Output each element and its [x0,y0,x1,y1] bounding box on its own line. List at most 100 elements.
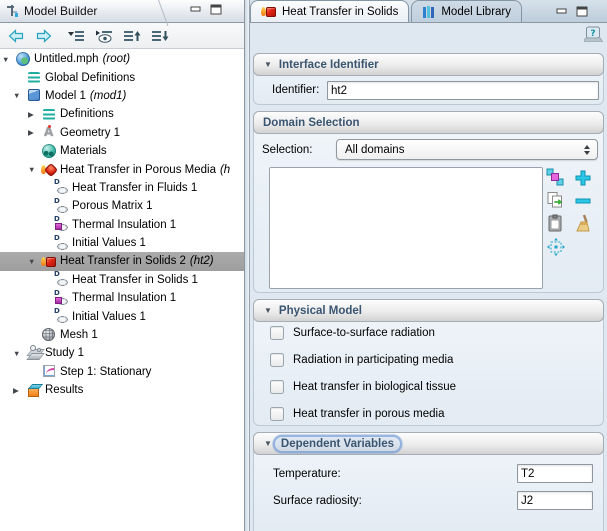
tree-item[interactable]: Thermal Insulation 1 [0,289,244,307]
selection-dropdown[interactable]: All domains [336,139,598,160]
move-down-icon[interactable] [150,27,170,45]
tree-item[interactable]: ▼ Heat Transfer in Porous Media (h [0,160,244,178]
definitions-icon [41,107,58,122]
definitions-icon [26,70,43,85]
tree-item-tag: (root) [103,53,130,65]
model-builder-tree-icon [5,4,19,18]
disclosure-triangle-icon[interactable]: ▼ [13,349,26,358]
disclosure-triangle-icon[interactable]: ▶ [28,110,41,119]
section-header[interactable]: ▼ Interface Identifier [253,53,604,76]
physical-model-option: Heat transfer in porous media [254,400,603,427]
show-options-icon[interactable] [94,27,114,45]
disclosure-triangle-icon[interactable]: ▼ [13,91,26,100]
tree-item-label: Thermal Insulation 1 [72,292,176,304]
checkbox-label: Surface-to-surface radiation [293,327,435,339]
disclosure-triangle-icon[interactable]: ▶ [13,386,26,395]
section-header[interactable]: ▼ Dependent Variables [253,432,604,455]
tree-item[interactable]: ▼ Untitled.mph (root) [0,50,244,68]
help-icon[interactable]: ? [584,26,603,48]
comsol-window: Model Builder ▼ [0,0,607,531]
tree-item[interactable]: ▼ Study 1 [0,344,244,362]
section-collapse-icon[interactable]: ▼ [264,439,272,448]
minimize-icon[interactable] [556,4,568,22]
tree-item[interactable]: Porous Matrix 1 [0,197,244,215]
remove-icon[interactable] [572,190,594,212]
collapse-all-icon[interactable] [66,27,86,45]
model-builder-header: Model Builder [0,0,244,23]
surface-radiosity-input[interactable] [517,491,593,510]
root-icon [15,52,32,67]
minimize-icon[interactable] [190,4,202,18]
tree-item-label: Results [45,384,83,396]
tree-item[interactable]: ▼ Model 1 (mod1) [0,87,244,105]
physics-porous-icon [41,162,58,177]
checkbox[interactable] [270,407,284,421]
section-title: Physical Model [279,305,362,317]
tree-item-tag: (mod1) [90,90,126,102]
tree-item[interactable]: ▼ Heat Transfer in Solids 2 (ht2) [0,252,244,270]
create-selection-icon[interactable] [545,167,567,189]
geometry-icon [41,125,58,140]
surface-radiosity-label: Surface radiosity: [273,495,362,507]
tree-item[interactable]: ▶ Geometry 1 [0,124,244,142]
clear-icon[interactable] [572,213,594,235]
tree-item[interactable]: Global Definitions [0,68,244,86]
checkbox[interactable] [270,353,284,367]
section-collapse-icon[interactable]: ▼ [264,306,272,315]
section-title: Interface Identifier [279,59,379,71]
tree-item[interactable]: Thermal Insulation 1 [0,216,244,234]
physical-model-option: Surface-to-surface radiation [254,319,603,346]
maximize-icon[interactable] [576,4,588,22]
back-icon[interactable] [6,27,26,45]
disclosure-triangle-icon[interactable]: ▼ [28,257,41,266]
model-builder-panel: Model Builder ▼ [0,0,245,531]
add-icon[interactable] [572,167,594,189]
tree-item[interactable]: Initial Values 1 [0,234,244,252]
temperature-label: Temperature: [273,468,341,480]
tree-item-label: Study 1 [45,347,84,359]
physical-model-options: Surface-to-surface radiation Radiation i… [254,319,603,427]
temperature-input[interactable] [517,464,593,483]
tree-item[interactable]: Mesh 1 [0,326,244,344]
checkbox[interactable] [270,326,284,340]
paste-icon[interactable] [545,213,567,235]
tab-heat-transfer-in-solids[interactable]: Heat Transfer in Solids [250,0,409,22]
model-tree: ▼ Untitled.mph (root) Global Definitions… [0,50,244,531]
tab-edge [141,0,169,26]
tree-item[interactable]: ▶ Definitions [0,105,244,123]
tree-item[interactable]: Initial Values 1 [0,307,244,325]
selection-tools [542,166,596,258]
tree-item-label: Definitions [60,108,114,120]
maximize-icon[interactable] [210,4,222,18]
disclosure-triangle-icon[interactable]: ▶ [28,128,41,137]
tree-item-label: Thermal Insulation 1 [72,219,176,231]
tree-item[interactable]: Heat Transfer in Solids 1 [0,271,244,289]
model-library-icon [422,5,436,19]
boundary-feature-icon [53,291,70,306]
tree-item[interactable]: Materials [0,142,244,160]
disclosure-triangle-icon[interactable]: ▼ [2,55,15,64]
domain-feature-icon [53,272,70,287]
tree-item-label: Porous Matrix 1 [72,200,153,212]
tree-item[interactable]: ▶ Results [0,381,244,399]
settings-help-row: ? [250,23,607,49]
tree-item-label: Mesh 1 [60,329,98,341]
forward-icon[interactable] [34,27,54,45]
section-title: Dependent Variables [275,437,400,451]
tab-model-library[interactable]: Model Library [411,0,522,22]
identifier-label: Identifier: [272,84,319,96]
checkbox[interactable] [270,380,284,394]
domain-list[interactable] [269,167,543,289]
move-up-icon[interactable] [122,27,142,45]
section-header: Domain Selection [253,111,604,134]
checkbox-label: Heat transfer in biological tissue [293,381,456,393]
tree-item[interactable]: Heat Transfer in Fluids 1 [0,179,244,197]
section-collapse-icon[interactable]: ▼ [264,60,272,69]
copy-icon[interactable] [545,190,567,212]
zoom-to-selection-icon[interactable] [545,236,567,258]
tree-item[interactable]: Step 1: Stationary [0,363,244,381]
identifier-input[interactable] [327,81,599,100]
disclosure-triangle-icon[interactable]: ▼ [28,165,41,174]
physical-model-option: Heat transfer in biological tissue [254,373,603,400]
settings-tabbar: Heat Transfer in Solids Model Library [250,0,607,23]
